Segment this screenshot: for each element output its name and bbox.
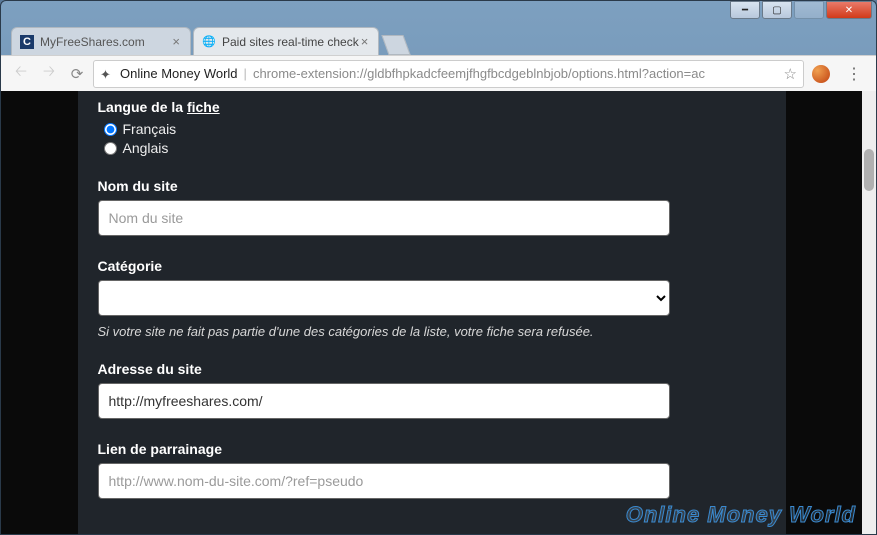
new-tab-button[interactable]	[382, 35, 411, 55]
watermark: Online Money World	[626, 502, 856, 528]
page-viewport: Langue de la fiche Français Anglais Nom …	[1, 91, 876, 534]
categorie-select[interactable]	[98, 280, 670, 316]
reload-button[interactable]: ⟳	[65, 62, 89, 86]
parrainage-input[interactable]	[98, 463, 670, 499]
vertical-scrollbar[interactable]	[862, 91, 876, 534]
omnibox-separator: |	[244, 66, 247, 81]
scrollbar-thumb[interactable]	[864, 149, 874, 191]
field-categorie: Catégorie Si votre site ne fait pas part…	[98, 258, 670, 339]
forward-button[interactable]: 🡢	[37, 62, 61, 86]
address-bar[interactable]: ✦ Online Money World | chrome-extension:…	[93, 60, 804, 88]
radio-label: Anglais	[123, 140, 169, 156]
back-button[interactable]: 🡠	[9, 62, 33, 86]
maximize-button[interactable]: ▢	[762, 1, 792, 19]
favicon-icon: 🌐	[202, 35, 216, 49]
bookmark-star-icon[interactable]: ☆	[784, 65, 797, 83]
field-nom: Nom du site	[98, 178, 670, 236]
toolbar-right: ⋮	[812, 64, 868, 84]
langue-label-text: Langue de la	[98, 99, 187, 115]
radio-label: Français	[123, 121, 177, 137]
tab-paid-sites[interactable]: 🌐 Paid sites real-time check ×	[193, 27, 379, 55]
minimize-button[interactable]: ━	[730, 1, 760, 19]
tab-title: Paid sites real-time check	[222, 35, 359, 49]
extension-badge-icon[interactable]	[812, 65, 830, 83]
tab-close-icon[interactable]: ×	[359, 34, 371, 49]
radio-anglais[interactable]: Anglais	[104, 140, 670, 156]
radio-francais[interactable]: Français	[104, 121, 670, 137]
menu-button[interactable]: ⋮	[840, 64, 868, 84]
extension-icon: ✦	[100, 67, 114, 81]
field-adresse: Adresse du site	[98, 361, 670, 419]
browser-toolbar: 🡠 🡢 ⟳ ✦ Online Money World | chrome-exte…	[1, 55, 876, 91]
langue-label-underline: fiche	[187, 99, 220, 115]
field-parrainage: Lien de parrainage	[98, 441, 670, 499]
categorie-label: Catégorie	[98, 258, 670, 274]
langue-label: Langue de la fiche	[98, 99, 670, 115]
omnibox-title: Online Money World	[120, 66, 238, 81]
content-wrap: Langue de la fiche Français Anglais Nom …	[1, 91, 862, 534]
window-titlebar: ━ ▢ ✕	[1, 1, 876, 23]
adresse-input[interactable]	[98, 383, 670, 419]
spacer-button	[794, 1, 824, 19]
browser-window: ━ ▢ ✕ C MyFreeShares.com × 🌐 Paid sites …	[0, 0, 877, 535]
close-button[interactable]: ✕	[826, 1, 872, 19]
tab-strip: C MyFreeShares.com × 🌐 Paid sites real-t…	[1, 23, 876, 55]
radio-input-francais[interactable]	[104, 123, 117, 136]
nom-label: Nom du site	[98, 178, 670, 194]
adresse-label: Adresse du site	[98, 361, 670, 377]
tab-title: MyFreeShares.com	[40, 35, 170, 49]
radio-input-anglais[interactable]	[104, 142, 117, 155]
parrainage-label: Lien de parrainage	[98, 441, 670, 457]
omnibox-url: chrome-extension://gldbfhpkadcfeemjfhgfb…	[253, 66, 780, 81]
form-column: Langue de la fiche Français Anglais Nom …	[72, 91, 792, 534]
nom-input[interactable]	[98, 200, 670, 236]
favicon-icon: C	[20, 35, 34, 49]
tab-close-icon[interactable]: ×	[170, 34, 182, 49]
tab-myfreeshares[interactable]: C MyFreeShares.com ×	[11, 27, 191, 55]
categorie-helper: Si votre site ne fait pas partie d'une d…	[98, 324, 670, 339]
